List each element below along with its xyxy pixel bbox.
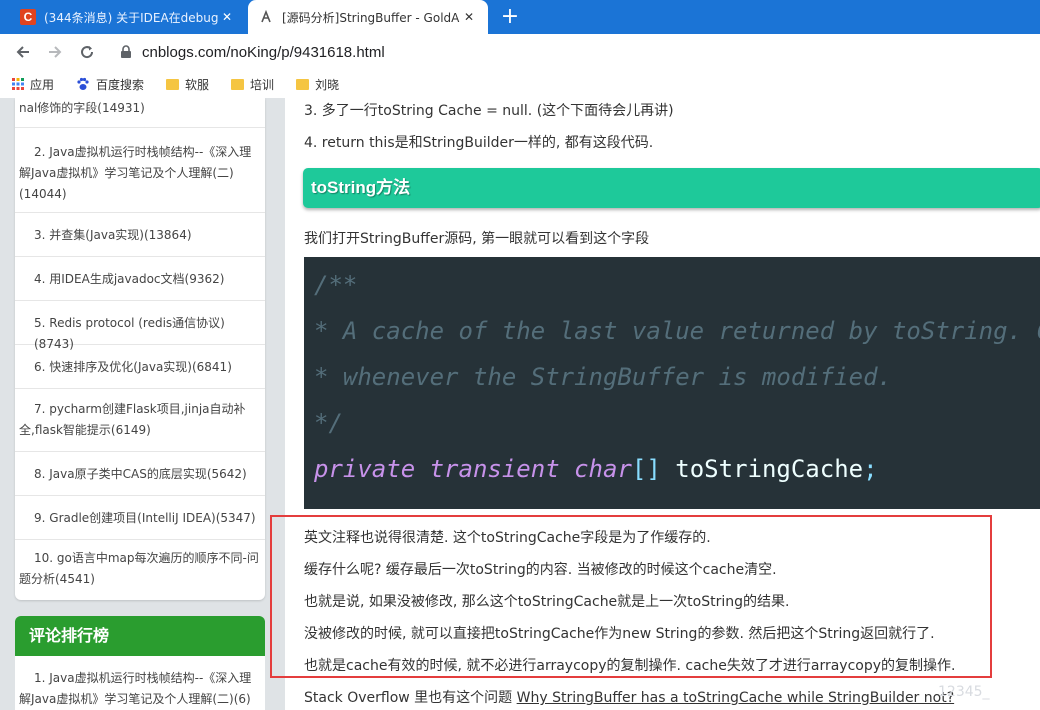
bookmark-folder-liuxiao[interactable]: 刘晓 [296,76,339,93]
apps-grid-icon [12,78,24,90]
bookmark-apps[interactable]: 应用 [12,76,54,93]
page-content: nal修饰的字段(14931) 2. Java虚拟机运行时栈帧结构--《深入理解… [0,98,1040,710]
code-keyword: transient [429,455,560,483]
stackoverflow-paragraph: Stack Overflow 里也有这个问题 Why StringBuffer … [304,687,954,707]
bookmark-label: 软服 [185,77,210,92]
close-icon[interactable]: ✕ [218,10,236,24]
rank-item-4[interactable]: 4. 用IDEA生成javadoc文档(9362) [15,258,265,301]
watermark: 12345_ [938,684,990,700]
stackoverflow-link[interactable]: Why StringBuffer has a toStringCache whi… [517,690,955,706]
browser-window: C (344条消息) 关于IDEA在debug时 ✕ [源码分析]StringB… [0,0,1040,710]
back-arrow-icon[interactable] [12,41,34,63]
bookmark-label: 应用 [30,77,55,92]
sidebar: nal修饰的字段(14931) 2. Java虚拟机运行时栈帧结构--《深入理解… [15,98,265,710]
rank-item-2[interactable]: 2. Java虚拟机运行时栈帧结构--《深入理解Java虚拟机》学习笔记及个人理… [15,138,265,213]
article-paragraph: 3. 多了一行toString Cache = null. (这个下面待会儿再讲… [304,103,674,119]
browser-toolbar: cnblogs.com/noKing/p/9431618.html [0,34,1040,70]
code-brackets: [] [631,455,661,483]
folder-icon [166,78,180,90]
close-icon[interactable]: ✕ [460,10,478,24]
bookmark-folder-peixun[interactable]: 培训 [231,76,274,93]
tab-label: (344条消息) 关于IDEA在debug时 [44,10,218,25]
section-heading: toString方法 [303,168,1040,208]
reload-icon[interactable] [76,41,98,63]
tab-cnblogs[interactable]: [源码分析]StringBuffer - GoldA ✕ [248,0,488,34]
tab-bar: C (344条消息) 关于IDEA在debug时 ✕ [源码分析]StringB… [0,0,1040,34]
forward-arrow-icon[interactable] [44,41,66,63]
rank-item-3[interactable]: 3. 并查集(Java实现)(13864) [15,214,265,257]
so-prefix: Stack Overflow 里也有这个问题 [304,690,513,706]
code-comment-line: * A cache of the last value returned by … [314,317,1040,345]
lock-icon[interactable] [120,45,132,59]
rank-item-8[interactable]: 8. Java原子类中CAS的底层实现(5642) [15,453,265,496]
bookmark-folder-ruanfu[interactable]: 软服 [166,76,209,93]
article-paragraph: 我们打开StringBuffer源码, 第一眼就可以看到这个字段 [304,231,650,247]
code-comment-line: /** [314,271,358,299]
highlight-box [270,515,992,678]
code-block: /** * A cache of the last value returned… [304,257,1040,509]
address-bar[interactable]: cnblogs.com/noKing/p/9431618.html [142,44,385,61]
rank-item-5[interactable]: 5. Redis protocol (redis通信协议)(8743) [15,302,265,351]
read-rank-card: nal修饰的字段(14931) 2. Java虚拟机运行时栈帧结构--《深入理解… [15,98,265,600]
tab-csdn[interactable]: C (344条消息) 关于IDEA在debug时 ✕ [10,0,246,34]
bookmarks-bar: 应用 百度搜索 软服 培训 刘晓 [0,70,1040,98]
rank-item-9[interactable]: 9. Gradle创建项目(IntelliJ IDEA)(5347) [15,497,265,540]
comment-rank-card: 1. Java虚拟机运行时栈帧结构--《深入理解Java虚拟机》学习笔记及个人理… [15,656,265,710]
article-paragraph: 4. return this是和StringBuilder一样的, 都有这段代码… [304,135,654,151]
code-declaration-line: private transient char[] toStringCache; [314,455,878,483]
code-keyword: private [314,455,416,483]
comment-rank-title: 评论排行榜 [15,616,265,656]
rank-item-6[interactable]: 6. 快速排序及优化(Java实现)(6841) [15,346,265,389]
bookmark-label: 培训 [250,77,275,92]
csdn-favicon-icon: C [20,9,36,25]
new-tab-button[interactable]: + [499,4,521,30]
code-comment-line: */ [314,409,343,437]
code-identifier: toStringCache [675,455,864,483]
rank-item-7[interactable]: 7. pycharm创建Flask项目,jinja自动补全,flask智能提示(… [15,390,265,452]
code-comment-line: * whenever the StringBuffer is modified. [314,363,892,391]
folder-icon [296,78,310,90]
bookmark-label: 刘晓 [315,77,340,92]
baidu-paw-icon [77,77,89,90]
rank-item-1[interactable]: nal修饰的字段(14931) [15,98,265,128]
code-semicolon: ; [863,455,878,483]
code-keyword: char [574,455,632,483]
folder-icon [231,78,245,90]
comment-rank-item-1[interactable]: 1. Java虚拟机运行时栈帧结构--《深入理解Java虚拟机》学习笔记及个人理… [15,668,265,710]
rank-item-10[interactable]: 10. go语言中map每次遍历的顺序不同-问题分析(4541) [15,541,265,600]
bookmark-baidu[interactable]: 百度搜索 [76,76,144,93]
tab-label: [源码分析]StringBuffer - GoldA [282,10,460,25]
bookmark-label: 百度搜索 [96,77,145,92]
gold-icon [258,9,274,25]
